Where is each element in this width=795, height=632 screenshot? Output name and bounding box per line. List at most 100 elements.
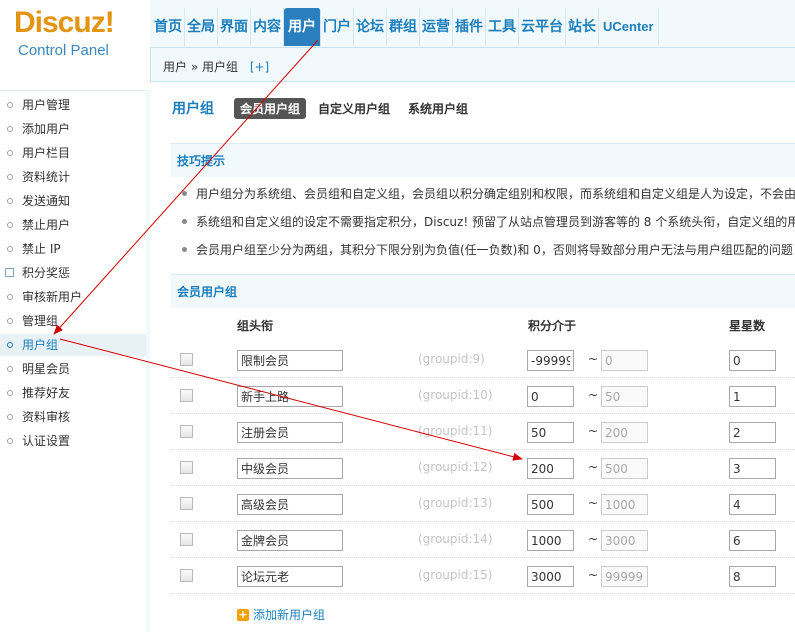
row-checkbox[interactable] <box>180 425 193 438</box>
points-low-input[interactable] <box>527 386 574 407</box>
sidebar-item[interactable]: 用户栏目 <box>0 142 146 164</box>
sidebar-item[interactable]: 添加用户 <box>0 118 146 140</box>
points-low-input[interactable] <box>527 530 574 551</box>
group-name-input[interactable] <box>237 566 343 587</box>
points-high-input <box>601 530 648 551</box>
sidebar-item-label: 审核新用户 <box>22 290 83 304</box>
row-checkbox[interactable] <box>180 533 193 546</box>
range-separator: ~ <box>588 496 599 510</box>
points-high-input <box>601 350 648 371</box>
bullet-icon <box>7 294 13 300</box>
nav-tab[interactable]: 论坛 <box>354 8 387 46</box>
edit-icon <box>5 268 14 277</box>
sidebar-item[interactable]: 用户组 <box>0 334 146 356</box>
logo-wordmark: Discuz! <box>14 6 115 39</box>
points-low-input[interactable] <box>527 566 574 587</box>
range-separator: ~ <box>588 388 599 402</box>
sidebar-item-label: 资料审核 <box>22 410 71 424</box>
points-low-input[interactable] <box>527 458 574 479</box>
column-header-points: 积分介于 <box>528 319 577 333</box>
nav-tab[interactable]: 全局 <box>185 8 218 46</box>
logo[interactable]: Discuz! Control Panel <box>0 0 150 90</box>
group-name-input[interactable] <box>237 422 343 443</box>
nav-tab[interactable]: 内容 <box>251 8 284 46</box>
nav-tab[interactable]: 门户 <box>321 8 354 46</box>
nav-tab[interactable]: UCenter <box>599 8 659 46</box>
plus-icon: + <box>237 607 249 621</box>
bullet-icon <box>7 342 13 348</box>
sidebar-item[interactable]: 审核新用户 <box>0 286 146 308</box>
sidebar-item[interactable]: 认证设置 <box>0 430 146 452</box>
sidebar-item[interactable]: 资料审核 <box>0 406 146 428</box>
add-shortcut-link[interactable]: [+] <box>250 60 269 74</box>
top-navigation: 首页 全局 界面 内容 用户 门户 论坛 群组 运营 插件 工具 云平台 站长 UCenter <box>152 8 659 46</box>
row-checkbox[interactable] <box>180 353 193 366</box>
sidebar-item[interactable]: 禁止 IP <box>0 238 146 260</box>
main-content: 用户组 会员用户组 自定义用户组 系统用户组 技巧提示 用户组分为系统组、会员组和自… <box>154 83 795 632</box>
points-high-input <box>601 566 648 587</box>
nav-tab[interactable]: 工具 <box>486 8 519 46</box>
sidebar-item[interactable]: 禁止用户 <box>0 214 146 236</box>
sidebar-item[interactable]: 管理组 <box>0 310 146 332</box>
points-low-input[interactable] <box>527 494 574 515</box>
group-name-input[interactable] <box>237 350 343 371</box>
nav-tab[interactable]: 首页 <box>152 8 185 46</box>
group-tab[interactable]: 系统用户组 <box>402 98 474 119</box>
table-row: (groupid:14) ~ <box>171 522 795 558</box>
row-checkbox[interactable] <box>180 389 193 402</box>
bullet-icon <box>7 246 13 252</box>
bullet-icon <box>7 150 13 156</box>
group-tab[interactable]: 自定义用户组 <box>312 98 396 119</box>
points-low-input[interactable] <box>527 350 574 371</box>
add-group-link[interactable]: + 添加新用户组 <box>237 606 325 623</box>
bullet-icon <box>7 198 13 204</box>
group-name-input[interactable] <box>237 530 343 551</box>
group-tabs: 用户组 会员用户组 自定义用户组 系统用户组 <box>172 97 480 119</box>
sidebar-item-label: 推荐好友 <box>22 386 71 400</box>
group-name-input[interactable] <box>237 386 343 407</box>
row-checkbox[interactable] <box>180 461 193 474</box>
stars-input[interactable] <box>729 566 776 587</box>
nav-tab[interactable]: 界面 <box>218 8 251 46</box>
sidebar-item-label: 认证设置 <box>22 434 71 448</box>
nav-tab[interactable]: 用户 <box>284 8 321 46</box>
table-row: (groupid:12) ~ <box>171 450 795 486</box>
section-header: 会员用户组 <box>171 274 795 308</box>
bullet-icon <box>182 219 187 224</box>
sidebar-item[interactable]: 用户管理 <box>0 94 146 116</box>
sidebar-item[interactable]: 发送通知 <box>0 190 146 212</box>
table-row: (groupid:15) ~ <box>171 558 795 594</box>
sidebar-item[interactable]: 推荐好友 <box>0 382 146 404</box>
tips-header: 技巧提示 <box>171 143 795 177</box>
group-name-input[interactable] <box>237 494 343 515</box>
stars-input[interactable] <box>729 494 776 515</box>
stars-input[interactable] <box>729 350 776 371</box>
group-name-input[interactable] <box>237 458 343 479</box>
sidebar-item[interactable]: 资料统计 <box>0 166 146 188</box>
page-title: 用户组 <box>172 101 214 117</box>
sidebar-item-label: 发送通知 <box>22 194 71 208</box>
stars-input[interactable] <box>729 458 776 479</box>
points-high-input <box>601 422 648 443</box>
points-low-input[interactable] <box>527 422 574 443</box>
group-tab[interactable]: 会员用户组 <box>234 97 307 119</box>
sidebar-item-label: 用户管理 <box>22 98 71 112</box>
sidebar-item-label: 管理组 <box>22 314 59 328</box>
nav-tab[interactable]: 插件 <box>453 8 486 46</box>
stars-input[interactable] <box>729 386 776 407</box>
nav-tab[interactable]: 站长 <box>566 8 599 46</box>
nav-tab[interactable]: 云平台 <box>519 8 566 46</box>
group-id-label: (groupid:15) <box>418 568 493 582</box>
nav-tab[interactable]: 群组 <box>387 8 420 46</box>
row-checkbox[interactable] <box>180 569 193 582</box>
row-checkbox[interactable] <box>180 497 193 510</box>
stars-input[interactable] <box>729 422 776 443</box>
table-row: (groupid:10) ~ <box>171 378 795 414</box>
sidebar-item[interactable]: 积分奖惩 <box>0 262 146 284</box>
column-header-name: 组头衔 <box>237 319 274 333</box>
breadcrumb-bar: 用户 » 用户组 [+] <box>150 48 795 82</box>
nav-tab[interactable]: 运营 <box>420 8 453 46</box>
stars-input[interactable] <box>729 530 776 551</box>
sidebar-item[interactable]: 明星会员 <box>0 358 146 380</box>
sidebar-item-label: 用户组 <box>22 338 59 352</box>
